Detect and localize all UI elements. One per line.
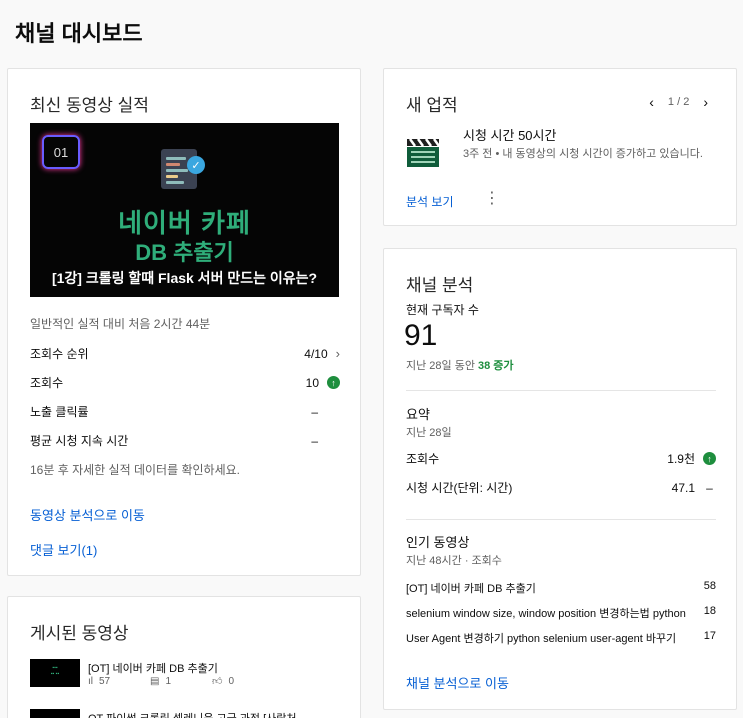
view-comments-link[interactable]: 댓글 보기(1) — [30, 540, 97, 559]
comment-icon: ▤ — [150, 675, 160, 687]
latest-video-card: 최신 동영상 실적 01 ✓ 네이버 카페 DB 추출기 [1강] 크롤링 할때… — [7, 68, 361, 576]
clapperboard-icon — [407, 138, 440, 167]
achievement-title: 시청 시간 50시간 — [463, 128, 557, 143]
popular-video-title[interactable]: [OT] 네이버 카페 DB 추출기 — [406, 580, 688, 596]
list-item[interactable]: OT 파이썬 크롤링 셀레니움 고급 과정 [사람처 — [30, 709, 350, 718]
metric-value: – — [311, 433, 318, 448]
subscribers-count: 91 — [404, 319, 438, 352]
subscribers-change: 지난 28일 동안 38 증가 — [406, 357, 514, 373]
metric-label: 조회수 순위 — [30, 347, 89, 361]
published-videos-card: 게시된 동영상 ▪▪▪ ▪▪ ▪▪ [OT] 네이버 카페 DB 추출기 ıl 57… — [7, 596, 361, 718]
metric-row-avg-duration: 평균 시청 지속 시간 – — [30, 432, 318, 449]
metric-value: – — [311, 404, 318, 419]
thumbnail-headline-2: DB 추출기 — [135, 240, 234, 265]
popular-title: 인기 동영상 — [406, 535, 470, 550]
popular-video-title[interactable]: User Agent 변경하기 python selenium user-age… — [406, 630, 688, 646]
latest-video-title: 최신 동영상 실적 — [30, 96, 149, 115]
video-title[interactable]: OT 파이썬 크롤링 셀레니움 고급 과정 [사람처 — [88, 710, 297, 718]
summary-period: 지난 28일 — [406, 427, 452, 439]
chevron-right-icon[interactable]: › — [336, 346, 340, 361]
views-icon: ıl — [88, 675, 93, 687]
channel-analytics-card: 채널 분석 현재 구독자 수 91 지난 28일 동안 38 증가 요약 지난 … — [383, 248, 737, 710]
metric-row-views: 조회수 10 ↑ — [30, 374, 340, 391]
summary-label: 조회수 — [406, 452, 440, 466]
popular-row[interactable]: [OT] 네이버 카페 DB 추출기 58 — [406, 580, 716, 596]
published-videos-title: 게시된 동영상 — [30, 624, 129, 643]
check-icon: ✓ — [187, 156, 205, 174]
arrow-up-icon: ↑ — [327, 376, 340, 389]
metric-row-ctr: 노출 클릭률 – — [30, 403, 318, 420]
divider — [406, 519, 716, 520]
channel-analytics-link[interactable]: 채널 분석으로 이동 — [406, 673, 509, 692]
likes-count: 0 — [228, 675, 235, 687]
channel-analytics-title: 채널 분석 — [406, 276, 474, 295]
metric-label: 조회수 — [30, 376, 64, 390]
achievements-title: 새 업적 — [406, 96, 458, 115]
popular-row[interactable]: selenium window size, window position 변경… — [406, 605, 716, 621]
performance-note: 일반적인 실적 대비 처음 2시간 44분 — [30, 317, 211, 331]
achievement-description: 3주 전 • 내 동영상의 시청 시간이 증가하고 있습니다. — [463, 148, 703, 160]
summary-title: 요약 — [406, 407, 430, 422]
chevron-right-icon[interactable]: › — [703, 94, 708, 110]
video-title[interactable]: [OT] 네이버 카페 DB 추출기 — [88, 660, 218, 676]
list-item[interactable]: ▪▪▪ ▪▪ ▪▪ [OT] 네이버 카페 DB 추출기 ıl 57 ▤ 1 👍︎ 0 — [30, 659, 350, 693]
video-thumbnail[interactable]: 01 ✓ 네이버 카페 DB 추출기 [1강] 크롤링 할때 Flask 서버 … — [30, 123, 339, 297]
arrow-up-icon: ↑ — [703, 452, 716, 465]
metric-value: 10 — [305, 375, 319, 390]
thumb-up-icon: 👍︎ — [212, 676, 223, 687]
video-analytics-link[interactable]: 동영상 분석으로 이동 — [30, 505, 145, 524]
popular-period: 지난 48시간 · 조회수 — [406, 555, 502, 567]
divider — [406, 390, 716, 391]
metric-value: 4/10 — [304, 346, 328, 361]
summary-row-views: 조회수 1.9천 ↑ — [406, 450, 716, 467]
subscribers-label: 현재 구독자 수 — [406, 303, 479, 317]
page-title: 채널 대시보드 — [15, 21, 143, 46]
popular-video-views: 18 — [703, 605, 716, 617]
episode-badge: 01 — [42, 135, 80, 169]
popular-row[interactable]: User Agent 변경하기 python selenium user-age… — [406, 630, 716, 646]
comments-count: 1 — [165, 675, 172, 687]
popular-video-views: 17 — [703, 630, 716, 642]
metric-label: 평균 시청 지속 시간 — [30, 434, 129, 448]
summary-row-watch-time: 시청 시간(단위: 시간) 47.1– — [406, 479, 716, 496]
pager-text: 1 / 2 — [667, 96, 690, 108]
metric-row-rank[interactable]: 조회수 순위 4/10 › — [30, 345, 340, 362]
popular-video-title[interactable]: selenium window size, window position 변경… — [406, 605, 688, 621]
chevron-left-icon[interactable]: ‹ — [649, 94, 654, 110]
views-count: 57 — [99, 675, 111, 687]
thumbnail-caption: [1강] 크롤링 할때 Flask 서버 만드는 이유는? — [51, 270, 318, 286]
video-thumbnail-small[interactable] — [30, 709, 80, 718]
summary-label: 시청 시간(단위: 시간) — [406, 481, 513, 495]
subscribers-change-value: 38 증가 — [478, 360, 514, 372]
summary-value: 47.1 — [671, 480, 695, 495]
achievements-card: 새 업적 ‹ 1 / 2 › 시청 시간 50시간 3주 전 • 내 동영상의 … — [383, 68, 737, 226]
video-thumbnail-small[interactable]: ▪▪▪ ▪▪ ▪▪ — [30, 659, 80, 687]
subscribers-change-prefix: 지난 28일 동안 — [406, 360, 475, 372]
popular-video-views: 58 — [703, 580, 716, 592]
metric-label: 노출 클릭률 — [30, 405, 89, 419]
summary-value: 1.9천 — [667, 452, 695, 466]
view-analytics-link[interactable]: 분석 보기 — [406, 193, 454, 210]
achievements-pager: ‹ 1 / 2 › — [649, 94, 708, 110]
watch-time-change: – — [706, 480, 713, 495]
more-vert-icon[interactable]: ⋮ — [484, 191, 500, 207]
detail-data-note: 16분 후 자세한 실적 데이터를 확인하세요. — [30, 463, 240, 477]
